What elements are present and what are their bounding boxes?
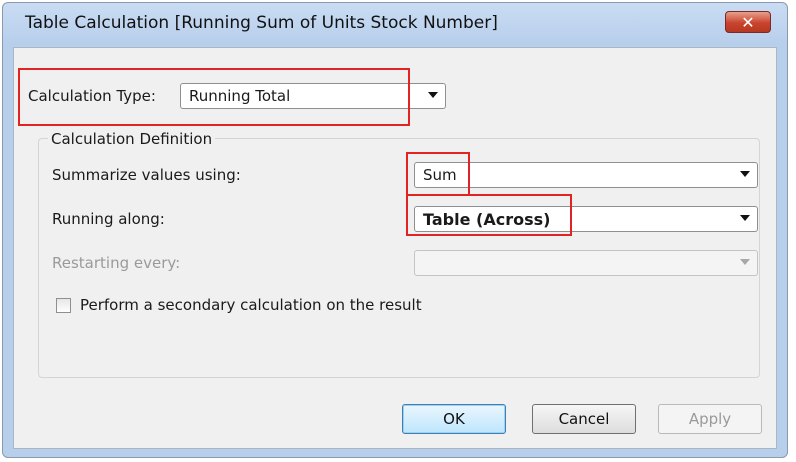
restarting-every-label: Restarting every:: [52, 254, 181, 272]
cancel-button[interactable]: Cancel: [532, 404, 636, 434]
table-calculation-dialog: Table Calculation [Running Sum of Units …: [2, 2, 788, 458]
calculation-type-value: Running Total: [189, 87, 291, 105]
running-along-label: Running along:: [52, 210, 165, 228]
running-along-value: Table (Across): [423, 210, 551, 229]
restarting-every-select[interactable]: [414, 250, 758, 276]
calculation-definition-legend: Calculation Definition: [48, 130, 216, 148]
running-along-select[interactable]: Table (Across): [414, 206, 758, 232]
dialog-body: Calculation Type: Running Total Calculat…: [13, 47, 777, 449]
calculation-type-label: Calculation Type:: [28, 87, 156, 105]
summarize-label: Summarize values using:: [52, 166, 241, 184]
chevron-down-icon: [740, 259, 750, 265]
summarize-select[interactable]: Sum: [414, 162, 758, 188]
dialog-title: Table Calculation [Running Sum of Units …: [25, 13, 498, 33]
summarize-value: Sum: [423, 166, 457, 184]
chevron-down-icon: [740, 171, 750, 177]
ok-button[interactable]: OK: [402, 404, 506, 434]
chevron-down-icon: [740, 215, 750, 221]
apply-button[interactable]: Apply: [658, 404, 762, 434]
close-icon: ✕: [741, 12, 755, 32]
close-button[interactable]: ✕: [725, 11, 771, 33]
secondary-calculation-label[interactable]: Perform a secondary calculation on the r…: [80, 296, 422, 314]
calculation-type-select[interactable]: Running Total: [180, 83, 446, 109]
title-bar: Table Calculation [Running Sum of Units …: [3, 3, 787, 43]
secondary-calculation-checkbox[interactable]: [56, 298, 71, 313]
chevron-down-icon: [428, 92, 438, 98]
